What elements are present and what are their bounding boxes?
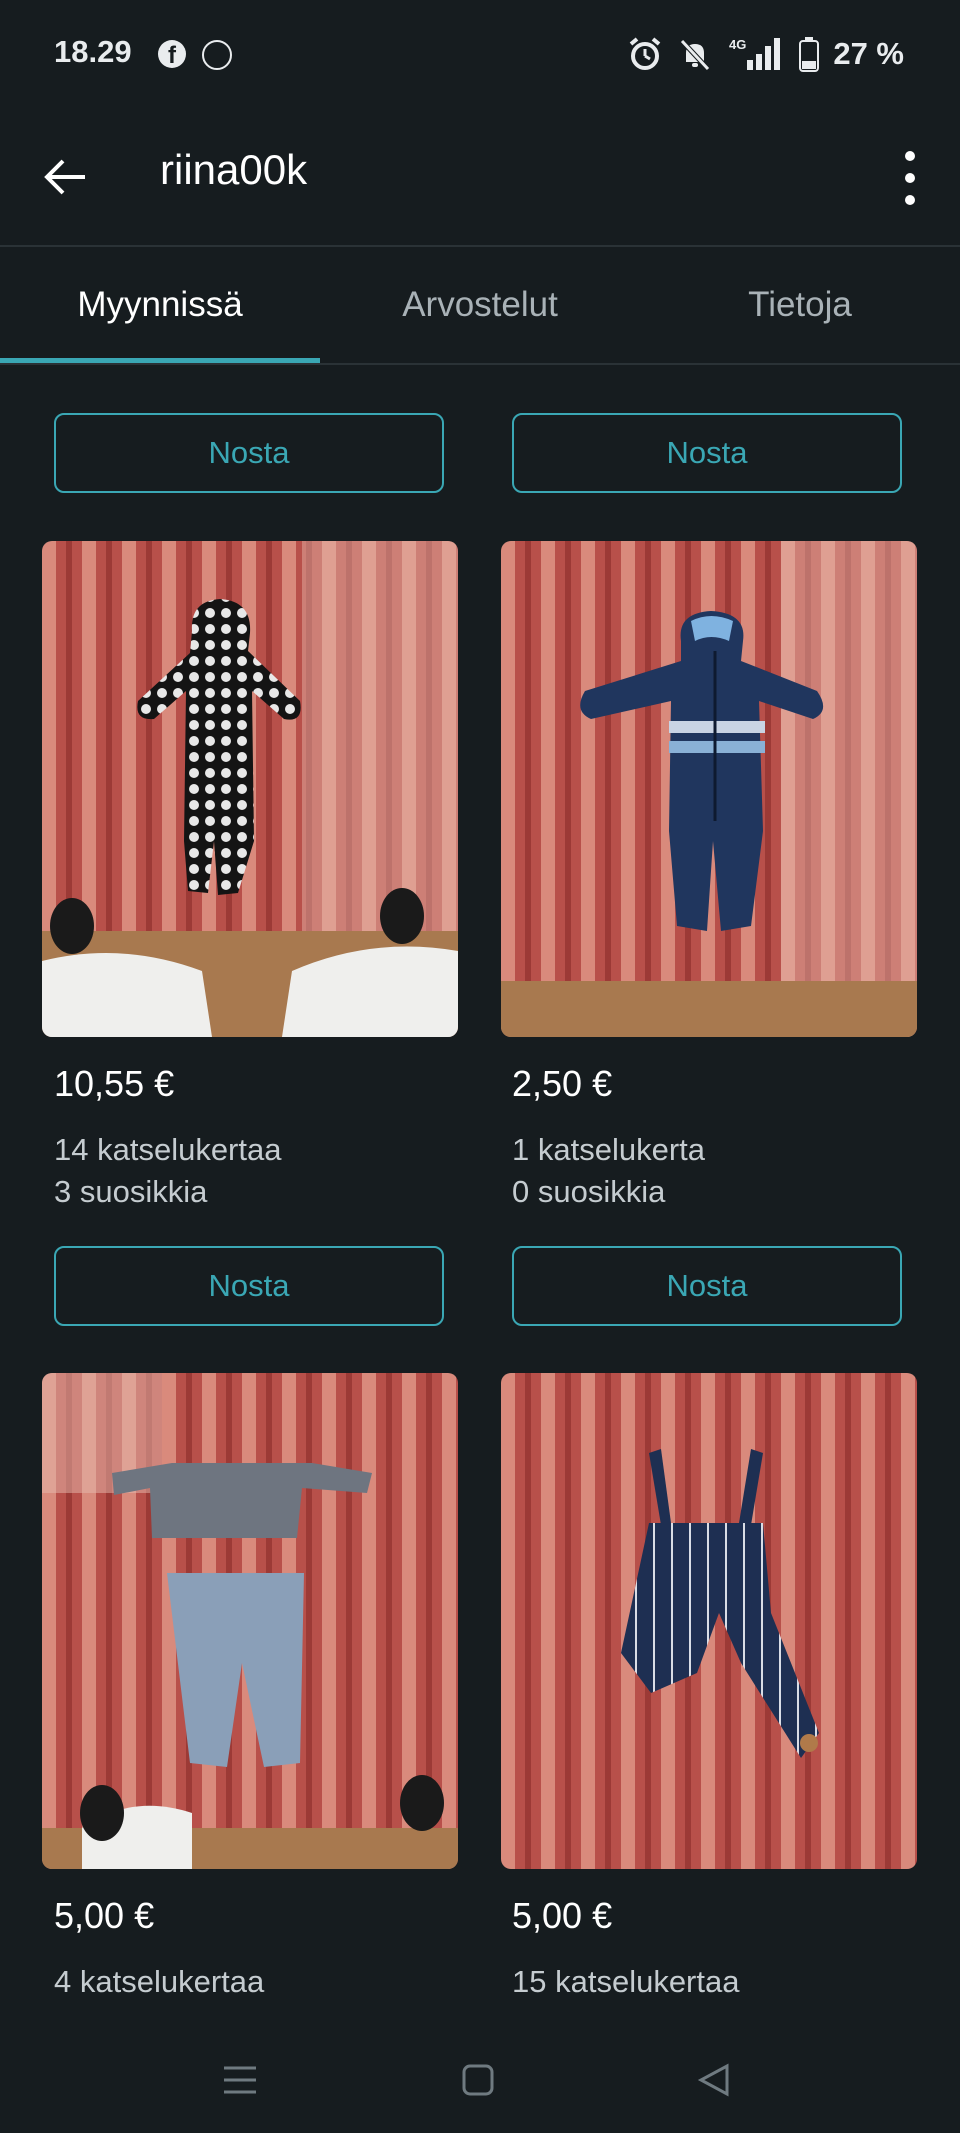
listing-price: 2,50 € [512, 1063, 613, 1104]
listing-photo[interactable] [501, 1373, 917, 1869]
signal-4g-icon: 4G [729, 37, 781, 70]
back-icon [697, 2063, 729, 2097]
system-back-button[interactable] [684, 2050, 744, 2110]
notifications-off-icon [680, 39, 711, 71]
listing-photo[interactable] [42, 541, 458, 1037]
listing-photo[interactable] [501, 541, 917, 1037]
active-tab-indicator [0, 358, 320, 363]
recent-apps-icon [224, 2066, 256, 2094]
listing-favorites: 3 suosikkia [54, 1174, 208, 1209]
tab-info[interactable]: Tietoja [640, 247, 960, 363]
bump-button[interactable]: Nosta [54, 1246, 444, 1326]
home-icon [462, 2064, 494, 2096]
app-bar: riina00k [0, 110, 960, 247]
listing-views: 4 katselukertaa [54, 1964, 265, 1999]
arrow-left-icon [44, 159, 85, 195]
status-bar: 18.29 f 4G 27 % [0, 0, 960, 110]
bump-button[interactable]: Nosta [54, 413, 444, 493]
bump-button[interactable]: Nosta [512, 413, 902, 493]
battery-icon [799, 37, 820, 72]
tab-reviews[interactable]: Arvostelut [320, 247, 640, 363]
status-time: 18.29 [54, 34, 132, 69]
listing-price: 5,00 € [54, 1895, 155, 1936]
bump-button[interactable]: Nosta [512, 1246, 902, 1326]
more-options-button[interactable] [880, 138, 940, 218]
listing-views: 14 katselukertaa [54, 1132, 282, 1167]
listing-favorites: 0 suosikkia [512, 1174, 666, 1209]
product-image [42, 541, 458, 1037]
home-button[interactable] [448, 2050, 508, 2110]
listing-views: 15 katselukertaa [512, 1964, 740, 1999]
alarm-icon [630, 37, 661, 70]
recent-apps-button[interactable] [210, 2050, 270, 2110]
listing-photo[interactable] [42, 1373, 458, 1869]
facebook-icon: f [158, 40, 186, 69]
tab-for-sale[interactable]: Myynnissä [0, 247, 320, 363]
listing-views: 1 katselukerta [512, 1132, 705, 1167]
tab-bar: Myynnissä Arvostelut Tietoja [0, 247, 960, 365]
page-title: riina00k [160, 146, 308, 193]
listing-price: 5,00 € [512, 1895, 613, 1936]
battery-level: 27 % [833, 36, 904, 71]
back-button[interactable] [30, 142, 100, 212]
product-image [42, 1373, 458, 1869]
listing-price: 10,55 € [54, 1063, 175, 1104]
svg-text:4G: 4G [729, 37, 746, 52]
status-icons: 4G 27 % [627, 32, 904, 76]
product-image [501, 541, 917, 1037]
product-image [501, 1373, 917, 1869]
more-vert-icon [905, 151, 915, 161]
system-nav-bar [0, 2020, 960, 2133]
activity-icon [202, 40, 232, 70]
